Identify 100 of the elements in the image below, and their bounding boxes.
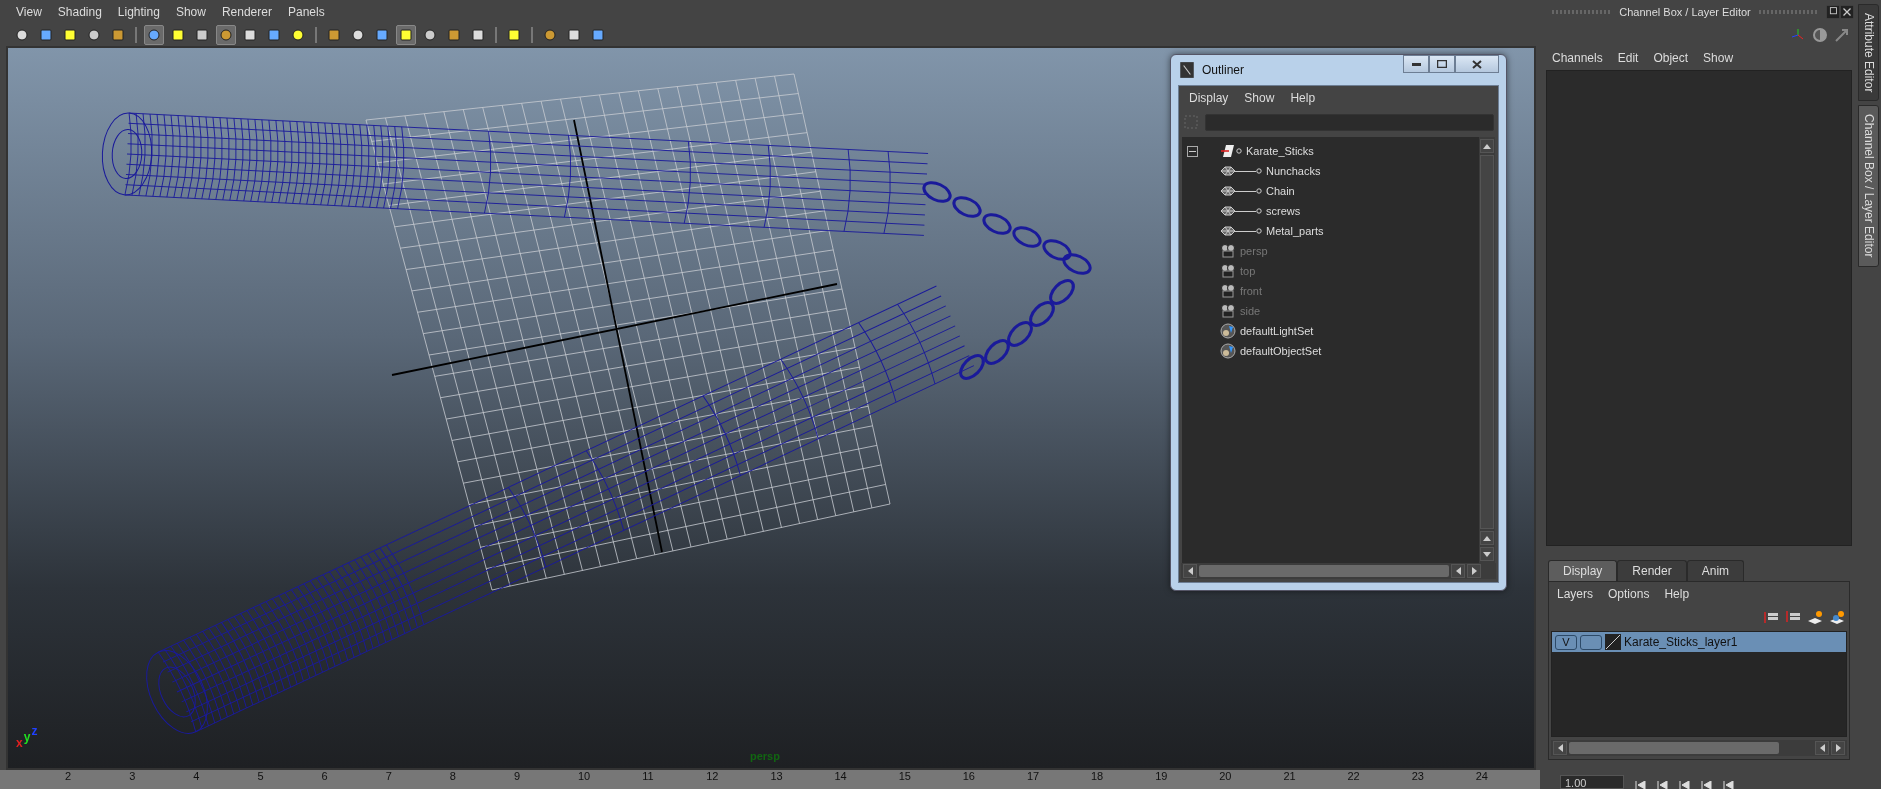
outliner-row[interactable]: defaultObjectSet (1182, 341, 1479, 361)
scroll-left-button[interactable] (1451, 564, 1465, 578)
scroll-left-button[interactable] (1183, 564, 1197, 578)
menu-item[interactable]: Edit (1617, 51, 1639, 65)
playback-control-icon[interactable] (1678, 781, 1690, 789)
mesh-icon (1220, 183, 1236, 199)
frame-number: 20 (1219, 770, 1233, 784)
menu-item[interactable]: Help (1290, 91, 1316, 105)
scroll-up-button[interactable] (1480, 139, 1494, 153)
scroll-left-button[interactable] (1815, 741, 1829, 755)
scroll-up-button[interactable] (1480, 531, 1494, 545)
outliner-item-label: defaultObjectSet (1240, 345, 1322, 357)
scroll-right-button[interactable] (1831, 741, 1845, 755)
tab[interactable]: Anim (1686, 560, 1745, 581)
outliner-row[interactable]: Karate_Sticks (1182, 141, 1479, 161)
layer-row[interactable]: V Karate_Sticks_layer1 (1552, 632, 1846, 652)
frame-number: 22 (1347, 770, 1361, 784)
current-frame-field[interactable]: 1.00 (1560, 775, 1624, 789)
axis-label: z (31, 726, 38, 736)
tool-icon (39, 28, 53, 42)
menu-item[interactable]: View (16, 5, 42, 19)
minimize-icon (1411, 62, 1421, 66)
menu-item[interactable]: Shading (57, 5, 102, 19)
tree-connector (1234, 170, 1256, 172)
menu-item[interactable]: Layers (1557, 587, 1594, 601)
scroll-right-button[interactable] (1467, 564, 1481, 578)
half-circle-icon (1812, 27, 1828, 43)
tab[interactable]: Render (1617, 560, 1687, 581)
mesh-icon (1220, 163, 1236, 179)
outliner-item-label: Metal_parts (1266, 225, 1324, 237)
playback-control-icon[interactable] (1656, 781, 1668, 789)
visibility-toggle[interactable]: V (1555, 634, 1577, 650)
tool-icon (219, 28, 233, 42)
camera-icon (1220, 303, 1236, 319)
collapse-toggle[interactable] (1187, 146, 1198, 157)
panel-title: Channel Box / Layer Editor (1619, 6, 1751, 18)
maximize-button[interactable] (1429, 55, 1455, 73)
playback-toggle[interactable] (1580, 634, 1602, 650)
menu-item[interactable]: Renderer (221, 5, 272, 19)
menu-item[interactable]: Options (1608, 587, 1650, 601)
left-triangle-icon (1187, 567, 1193, 575)
frame-number: 14 (834, 770, 848, 784)
node-dot-icon (1256, 208, 1262, 214)
minimize-button[interactable] (1403, 55, 1429, 73)
menu-item[interactable]: Show (175, 5, 206, 19)
filter-field[interactable] (1205, 113, 1494, 131)
tool-icon (507, 28, 521, 42)
scrollbar-thumb[interactable] (1569, 742, 1779, 754)
scroll-down-button[interactable] (1480, 547, 1494, 561)
outliner-row[interactable]: Metal_parts (1182, 221, 1479, 241)
frame-number: 23 (1411, 770, 1425, 784)
close-button[interactable] (1455, 55, 1499, 73)
camera-icon (1220, 283, 1236, 299)
tool-icon (87, 28, 101, 42)
axis-label: x (16, 738, 23, 748)
menu-item[interactable]: Object (1653, 51, 1689, 65)
side-tab[interactable]: Attribute Editor (1858, 4, 1879, 102)
close-icon (1472, 59, 1482, 69)
menu-item[interactable]: Panels (287, 5, 325, 19)
menu-item[interactable]: Lighting (117, 5, 160, 19)
menu-item[interactable]: Show (1703, 51, 1734, 65)
outliner-item-label: front (1240, 285, 1262, 297)
outliner-item-label: screws (1266, 205, 1301, 217)
outliner-row[interactable]: screws (1182, 201, 1479, 221)
playback-control-icon[interactable] (1634, 781, 1646, 789)
outliner-item-label: Karate_Sticks (1246, 145, 1314, 157)
tool-icon (291, 28, 305, 42)
node-dot-icon (1256, 228, 1262, 234)
scroll-left-button[interactable] (1553, 741, 1567, 755)
set-icon (1220, 323, 1236, 339)
set-icon (1220, 343, 1236, 359)
outliner-row[interactable]: Nunchacks (1182, 161, 1479, 181)
tree-connector (1234, 190, 1256, 192)
maximize-icon (1437, 60, 1447, 68)
camera-icon (1220, 263, 1236, 279)
frame-number: 5 (257, 770, 265, 784)
scrollbar-thumb[interactable] (1199, 565, 1449, 577)
tool-icon (243, 28, 257, 42)
menu-item[interactable]: Display (1189, 91, 1229, 105)
tab[interactable]: Display (1548, 560, 1618, 581)
left-triangle-icon (1557, 744, 1563, 752)
outliner-row[interactable]: defaultLightSet (1182, 321, 1479, 341)
playback-control-icon[interactable] (1722, 781, 1734, 789)
playback-control-icon[interactable] (1700, 781, 1712, 789)
frame-number: 6 (321, 770, 329, 784)
menu-item[interactable]: Show (1244, 91, 1275, 105)
frame-number: 2 (65, 770, 73, 784)
frame-number: 18 (1091, 770, 1105, 784)
tool-icon (15, 28, 29, 42)
layer-color-swatch-icon (1605, 634, 1621, 650)
menu-item[interactable]: Channels (1552, 51, 1603, 65)
frame-number: 9 (513, 770, 521, 784)
menu-item[interactable]: Help (1664, 587, 1690, 601)
outliner-row[interactable]: Chain (1182, 181, 1479, 201)
viewport[interactable]: xyz persp Outliner Display Show Help Karate_Sticks Nunchacks Chain screws Metal_parts persp top front side defaultLightSet defaultObjectSet (6, 46, 1536, 770)
side-tab[interactable]: Channel Box / Layer Editor (1858, 105, 1879, 267)
tool-icon (447, 28, 461, 42)
tool-icon (399, 28, 413, 42)
outliner-item-label: persp (1240, 245, 1268, 257)
frame-number: 24 (1475, 770, 1489, 784)
